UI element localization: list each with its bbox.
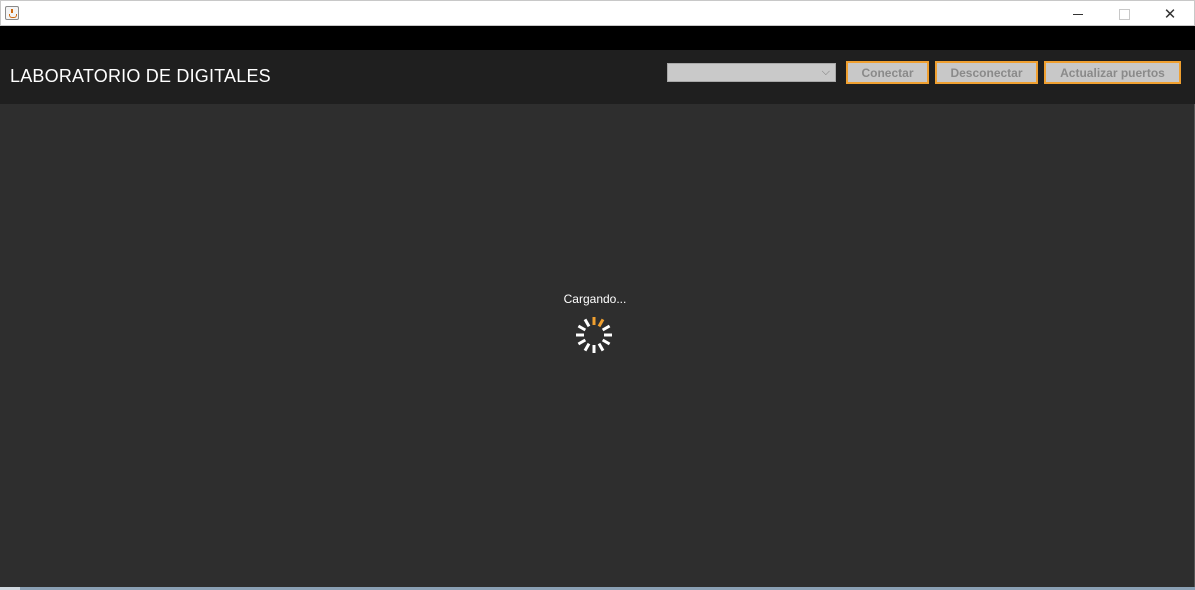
spinner-tick (577, 338, 587, 346)
spinner-tick (583, 318, 591, 328)
main-content: Cargando... (0, 104, 1195, 587)
app-header: LABORATORIO DE DIGITALES ⌵ Conectar Desc… (0, 50, 1195, 104)
java-cup-icon[interactable] (5, 6, 19, 20)
close-icon: ✕ (1163, 5, 1177, 23)
port-select[interactable]: ⌵ (667, 63, 836, 82)
refresh-ports-button[interactable]: Actualizar puertos (1044, 61, 1181, 84)
close-button[interactable]: ✕ (1148, 1, 1192, 26)
app-title: LABORATORIO DE DIGITALES (10, 66, 271, 86)
minimize-icon (1073, 14, 1083, 15)
maximize-icon (1118, 9, 1130, 20)
spinner-tick (583, 342, 591, 352)
loading-text: Cargando... (563, 292, 627, 306)
loading-spinner-icon (576, 317, 612, 353)
menu-bar-area (0, 26, 1195, 50)
spinner-tick (601, 338, 611, 346)
disconnect-button[interactable]: Desconectar (935, 61, 1038, 84)
spinner-tick (601, 324, 611, 332)
spinner-tick (597, 318, 605, 328)
chevron-down-icon: ⌵ (821, 65, 830, 78)
maximize-button[interactable] (1102, 1, 1146, 26)
minimize-button[interactable] (1056, 1, 1100, 26)
spinner-tick (597, 342, 605, 352)
window-title-bar: ✕ (0, 0, 1195, 26)
connect-button[interactable]: Conectar (846, 61, 929, 84)
spinner-tick (577, 324, 587, 332)
